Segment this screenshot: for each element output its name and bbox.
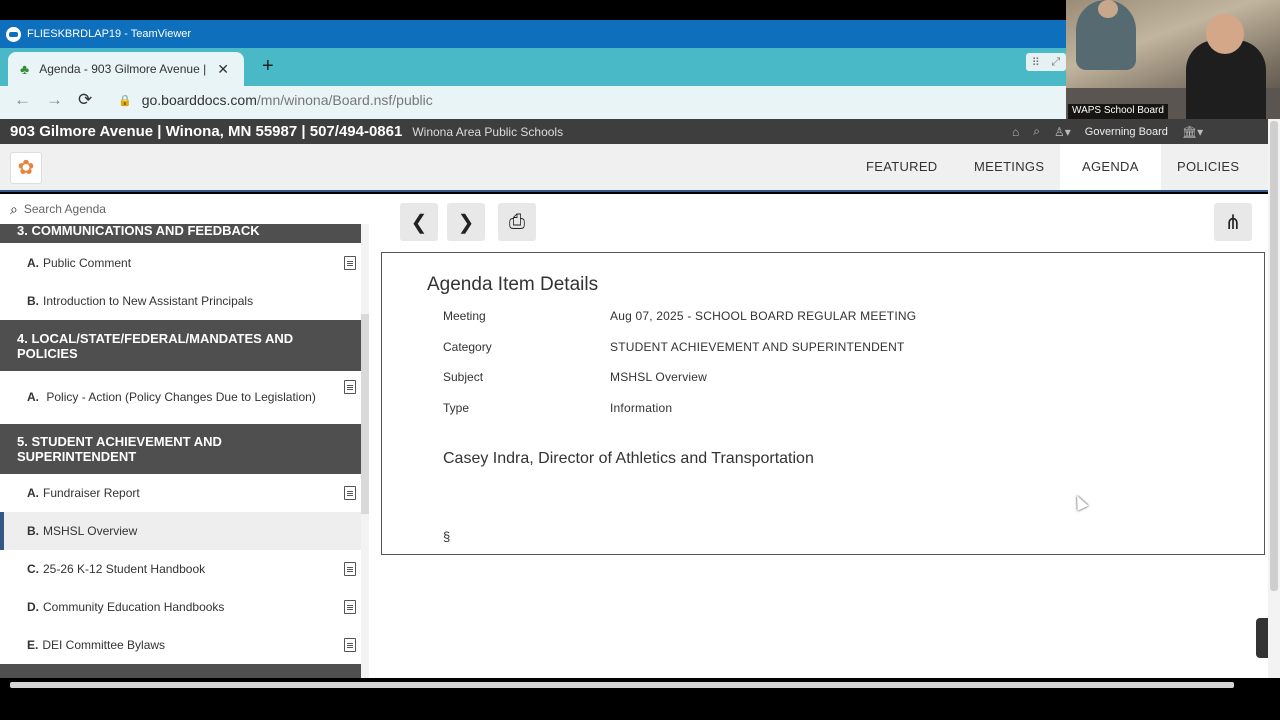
category-value: STUDENT ACHIEVEMENT AND SUPERINTENDENT bbox=[610, 340, 905, 354]
item-label: Introduction to New Assistant Principals bbox=[43, 294, 254, 308]
grid-icon[interactable]: ⠿ bbox=[1032, 56, 1040, 69]
back-button[interactable]: ← bbox=[14, 90, 31, 110]
agenda-item-5a[interactable]: A. Fundraiser Report bbox=[0, 474, 361, 512]
panel-title: Agenda Item Details bbox=[427, 274, 599, 295]
district-logo[interactable]: ✿ bbox=[10, 152, 42, 184]
search-agenda-input[interactable]: Search Agenda bbox=[24, 202, 106, 216]
type-value: Information bbox=[610, 401, 673, 415]
building-icon[interactable]: 🏛▾ bbox=[1182, 125, 1203, 139]
browser-tab-agenda[interactable]: ♣ Agenda - 903 Gilmore Avenue | Winona ✕ bbox=[8, 52, 244, 86]
teamviewer-titlebar: FLIESKBRDLAP19 - TeamViewer bbox=[0, 20, 1066, 48]
next-item-button[interactable]: ❯ bbox=[447, 203, 485, 241]
type-label: Type bbox=[443, 401, 470, 415]
item-label: Policy - Action (Policy Changes Due to L… bbox=[46, 390, 316, 404]
tab-title: Agenda - 903 Gilmore Avenue | Winona bbox=[39, 62, 209, 76]
item-label: 25-26 K-12 Student Handbook bbox=[43, 562, 206, 576]
section-4-header[interactable]: 4. LOCAL/STATE/FEDERAL/MANDATES AND POLI… bbox=[0, 320, 361, 371]
chevron-right-icon: ❯ bbox=[457, 211, 475, 234]
window-controls[interactable]: ⠿ ⤢ bbox=[1026, 53, 1066, 71]
forward-button[interactable]: → bbox=[46, 90, 63, 110]
print-icon: ⎙ bbox=[509, 210, 525, 233]
item-letter: A. bbox=[27, 390, 39, 404]
item-letter: B. bbox=[27, 524, 39, 538]
item-letter: B. bbox=[27, 294, 39, 308]
agenda-item-5d[interactable]: D. Community Education Handbooks bbox=[0, 588, 361, 626]
sidebar-scroll-thumb[interactable] bbox=[361, 314, 369, 514]
category-label: Category bbox=[443, 340, 492, 354]
item-label: Community Education Handbooks bbox=[43, 600, 225, 614]
item-letter: A. bbox=[27, 256, 39, 270]
share-icon: ⋔ bbox=[1224, 211, 1242, 234]
item-letter: C. bbox=[27, 562, 39, 576]
video-feed: WAPS School Board bbox=[1066, 0, 1280, 119]
page-scroll-thumb[interactable] bbox=[1270, 121, 1278, 591]
item-letter: D. bbox=[27, 600, 39, 614]
person-right-head bbox=[1206, 14, 1244, 54]
agenda-item-5b[interactable]: B. MSHSL Overview bbox=[0, 512, 361, 550]
nav-policies[interactable]: POLICIES bbox=[1155, 144, 1261, 190]
chevron-left-icon: ❮ bbox=[410, 211, 428, 234]
nav-meetings[interactable]: MEETINGS bbox=[952, 144, 1066, 190]
document-icon[interactable] bbox=[344, 486, 356, 500]
user-icon[interactable]: ♙▾ bbox=[1054, 125, 1071, 139]
item-label: Fundraiser Report bbox=[43, 486, 140, 500]
previous-item-button[interactable]: ❮ bbox=[400, 203, 438, 241]
document-icon[interactable] bbox=[344, 256, 356, 270]
agenda-item-3a[interactable]: A. Public Comment bbox=[0, 244, 361, 282]
item-label: MSHSL Overview bbox=[43, 524, 138, 538]
agenda-item-panel bbox=[381, 252, 1265, 555]
agenda-item-4a[interactable]: A. Policy - Action (Policy Changes Due t… bbox=[0, 371, 361, 423]
lock-icon: 🔒 bbox=[118, 94, 132, 107]
nav-featured[interactable]: FEATURED bbox=[844, 144, 960, 190]
site-org-name: Winona Area Public Schools bbox=[412, 124, 564, 139]
tree-favicon: ♣ bbox=[20, 61, 30, 77]
document-icon[interactable] bbox=[344, 638, 356, 652]
horizontal-scrollbar[interactable] bbox=[10, 682, 1234, 688]
print-button[interactable]: ⎙ bbox=[498, 203, 536, 241]
url-field[interactable]: 🔒 go.boarddocs.com/mn/winona/Board.nsf/p… bbox=[118, 92, 433, 108]
item-letter: A. bbox=[27, 486, 39, 500]
side-handle[interactable] bbox=[1256, 618, 1268, 658]
search-icon: ⌕ bbox=[10, 200, 18, 217]
meeting-label: Meeting bbox=[443, 309, 486, 323]
url-path: /mn/winona/Board.nsf/public bbox=[256, 92, 433, 108]
video-label: WAPS School Board bbox=[1068, 104, 1168, 119]
item-label: DEI Committee Bylaws bbox=[42, 638, 166, 652]
teamviewer-icon bbox=[6, 26, 21, 42]
subject-label: Subject bbox=[443, 370, 484, 384]
new-tab-button[interactable]: + bbox=[262, 55, 274, 78]
document-icon[interactable] bbox=[344, 600, 356, 614]
document-icon[interactable] bbox=[344, 380, 356, 394]
teamviewer-title: FLIESKBRDLAP19 - TeamViewer bbox=[27, 28, 192, 40]
site-header-tools: ⌂ ⌕ ♙▾ Governing Board 🏛▾ bbox=[1012, 124, 1203, 139]
expand-icon[interactable]: ⤢ bbox=[1051, 56, 1060, 69]
agenda-item-3b[interactable]: B. Introduction to New Assistant Principa… bbox=[0, 282, 361, 320]
governing-board-link[interactable]: Governing Board bbox=[1085, 126, 1168, 138]
section-6-header-partial[interactable] bbox=[0, 664, 361, 678]
person-left-head bbox=[1098, 0, 1118, 18]
site-address: 903 Gilmore Avenue | Winona, MN 55987 | … bbox=[10, 123, 403, 140]
subject-value: MSHSL Overview bbox=[610, 370, 708, 384]
reload-button[interactable]: ⟳ bbox=[78, 90, 92, 110]
tab-close-icon[interactable]: ✕ bbox=[217, 61, 229, 78]
agenda-item-5c[interactable]: C. 25-26 K-12 Student Handbook bbox=[0, 550, 361, 588]
nav-agenda[interactable]: AGENDA bbox=[1060, 144, 1161, 190]
item-letter: E. bbox=[27, 638, 39, 652]
section-5-header[interactable]: 5. STUDENT ACHIEVEMENT AND SUPERINTENDEN… bbox=[0, 424, 361, 474]
document-icon[interactable] bbox=[344, 562, 356, 576]
presenter-text: Casey Indra, Director of Athletics and T… bbox=[443, 450, 814, 467]
item-label: Public Comment bbox=[43, 256, 132, 270]
section-symbol: § bbox=[443, 529, 451, 544]
share-button[interactable]: ⋔ bbox=[1214, 203, 1252, 241]
search-icon[interactable]: ⌕ bbox=[1033, 124, 1040, 139]
search-agenda-row[interactable]: ⌕ Search Agenda bbox=[0, 194, 370, 224]
url-host: go.boarddocs.com bbox=[141, 92, 257, 108]
home-icon[interactable]: ⌂ bbox=[1012, 125, 1019, 139]
agenda-item-5e[interactable]: E. DEI Committee Bylaws bbox=[0, 626, 361, 664]
meeting-value: Aug 07, 2025 - SCHOOL BOARD REGULAR MEET… bbox=[610, 309, 917, 323]
